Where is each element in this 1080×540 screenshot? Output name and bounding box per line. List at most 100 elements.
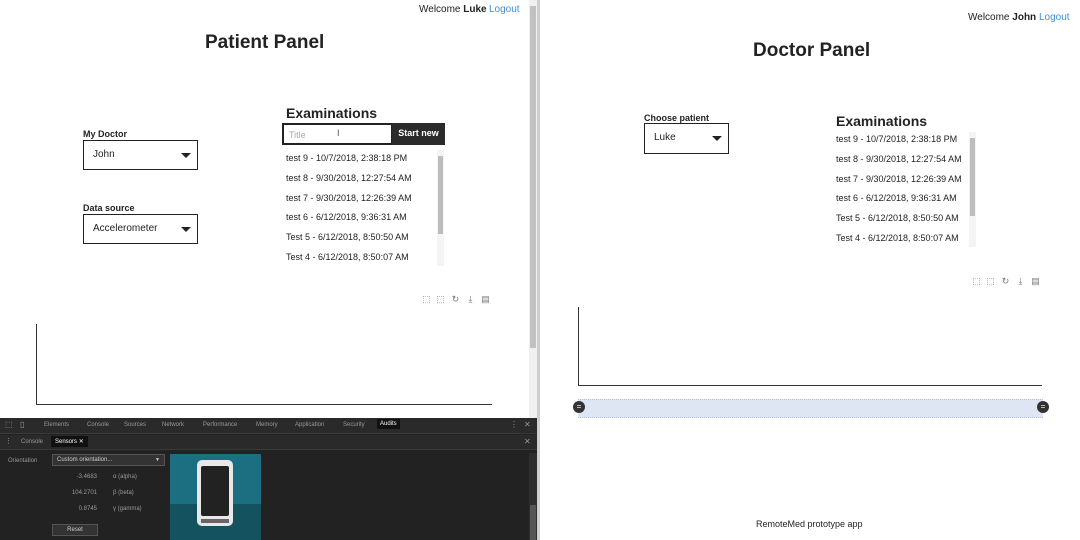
tab-audits[interactable]: Audits	[377, 419, 400, 429]
drawer-tab-sensors[interactable]: Sensors ✕	[51, 436, 88, 447]
phone-keys	[201, 519, 229, 523]
data-source-label: Data source	[83, 203, 135, 213]
list-item[interactable]: Test 5 - 6/12/2018, 8:50:50 AM	[836, 209, 968, 229]
page-title: Patient Panel	[205, 32, 325, 53]
tab-application[interactable]: Application	[295, 422, 324, 428]
alpha-label: α (alpha)	[113, 474, 137, 480]
drawer-menu-icon[interactable]: ⋮	[5, 437, 12, 445]
doctor-window: Welcome John Logout Doctor Panel Choose …	[540, 0, 1080, 540]
devtools-panel: ⬚ ▯ Elements Console Sources Network Per…	[0, 418, 537, 540]
tab-elements[interactable]: Elements	[44, 422, 69, 428]
tab-console[interactable]: Console	[87, 422, 109, 428]
text-cursor-icon: I	[337, 128, 340, 138]
beta-value[interactable]: 104.2701	[72, 490, 97, 496]
reset-icon[interactable]: ↻	[451, 295, 460, 304]
tab-memory[interactable]: Memory	[256, 422, 278, 428]
tab-security[interactable]: Security	[343, 422, 365, 428]
data-source-select[interactable]: Accelerometer	[83, 214, 198, 244]
footer-text: RemoteMed prototype app	[756, 519, 863, 529]
title-placeholder: Title	[289, 130, 306, 140]
orientation-preview[interactable]	[170, 454, 261, 540]
close-icon[interactable]: ✕	[524, 420, 531, 429]
user-name: John	[1012, 12, 1037, 23]
devtools-drawer-tabbar: ⋮ Console Sensors ✕ ✕	[0, 435, 537, 450]
page-title: Doctor Panel	[753, 40, 871, 61]
welcome-text: Welcome John	[968, 12, 1037, 23]
tab-performance[interactable]: Performance	[203, 422, 237, 428]
gamma-value[interactable]: 0.8745	[79, 506, 97, 512]
examinations-scrollbar[interactable]	[437, 150, 444, 266]
beta-label: β (beta)	[113, 490, 134, 496]
scrollbar-thumb[interactable]	[438, 156, 443, 234]
lasso-icon[interactable]: ⬚	[436, 295, 445, 304]
box-zoom-icon[interactable]: ⬚	[422, 295, 431, 304]
welcome-text: Welcome Luke	[419, 4, 487, 15]
close-icon[interactable]: ✕	[79, 439, 84, 445]
title-input[interactable]: Title I	[282, 123, 393, 145]
orientation-value: Custom orientation...	[57, 457, 113, 463]
devtools-tabbar: ⬚ ▯ Elements Console Sources Network Per…	[0, 418, 537, 434]
my-doctor-select[interactable]: John	[83, 140, 198, 170]
examinations-list: test 9 - 10/7/2018, 2:38:18 PM test 8 - …	[286, 149, 434, 268]
reset-icon[interactable]: ↻	[1001, 277, 1010, 286]
list-item[interactable]: test 6 - 6/12/2018, 9:36:31 AM	[836, 189, 968, 209]
list-item[interactable]: test 9 - 10/7/2018, 2:38:18 PM	[836, 130, 968, 150]
devtools-scrollbar[interactable]	[529, 453, 537, 540]
drawer-tab-console[interactable]: Console	[21, 439, 43, 445]
inspect-icon[interactable]: ⬚	[5, 420, 13, 429]
examinations-scrollbar[interactable]	[969, 132, 976, 247]
devtools-scrollbar-thumb[interactable]	[530, 505, 536, 540]
examinations-heading: Examinations	[836, 113, 928, 129]
list-item[interactable]: test 8 - 9/30/2018, 12:27:54 AM	[836, 150, 968, 170]
list-item[interactable]: test 8 - 9/30/2018, 12:27:54 AM	[286, 169, 434, 189]
list-item[interactable]: test 9 - 10/7/2018, 2:38:18 PM	[286, 149, 434, 169]
choose-patient-value: Luke	[654, 132, 676, 143]
window-scrollbar-thumb[interactable]	[530, 6, 536, 348]
phone-icon	[197, 460, 233, 526]
phone-screen	[201, 466, 229, 516]
document-icon[interactable]: ▤	[481, 295, 490, 304]
list-item[interactable]: Test 5 - 6/12/2018, 8:50:50 AM	[286, 228, 434, 248]
close-drawer-icon[interactable]: ✕	[524, 437, 531, 446]
orientation-select[interactable]: Custom orientation... ▼	[52, 454, 165, 466]
reset-button[interactable]: Reset	[52, 524, 98, 536]
chevron-down-icon	[181, 227, 191, 232]
device-toggle-icon[interactable]: ▯	[20, 420, 24, 429]
choose-patient-select[interactable]: Luke	[644, 123, 729, 154]
list-item[interactable]: Test 4 - 6/12/2018, 8:50:07 AM	[286, 248, 434, 268]
range-handle-left-icon[interactable]: =	[573, 401, 585, 413]
download-icon[interactable]: ⤓	[1016, 277, 1025, 286]
download-icon[interactable]: ⤓	[466, 295, 475, 304]
more-options-icon[interactable]: ⋮	[510, 420, 518, 429]
window-scrollbar[interactable]	[529, 0, 537, 418]
data-source-value: Accelerometer	[93, 223, 158, 234]
chart-x-axis	[578, 385, 1042, 386]
chart-y-axis	[36, 324, 37, 405]
tab-sources[interactable]: Sources	[124, 422, 146, 428]
range-selector[interactable]	[578, 399, 1043, 418]
document-icon[interactable]: ▤	[1031, 277, 1040, 286]
list-item[interactable]: Test 4 - 6/12/2018, 8:50:07 AM	[836, 229, 968, 249]
chevron-down-icon	[712, 136, 722, 141]
chart-x-axis	[36, 404, 492, 405]
list-item[interactable]: test 6 - 6/12/2018, 9:36:31 AM	[286, 208, 434, 228]
chevron-down-icon	[181, 153, 191, 158]
lasso-icon[interactable]: ⬚	[986, 277, 995, 286]
chart-y-axis	[578, 307, 579, 386]
examinations-heading: Examinations	[286, 105, 378, 121]
tab-network[interactable]: Network	[162, 422, 184, 428]
user-name: Luke	[463, 4, 487, 15]
scrollbar-thumb[interactable]	[970, 138, 975, 216]
chevron-down-icon: ▼	[155, 457, 160, 463]
start-new-button[interactable]: Start new	[392, 123, 445, 145]
alpha-value[interactable]: -3.4683	[77, 474, 97, 480]
list-item[interactable]: test 7 - 9/30/2018, 12:26:39 AM	[836, 170, 968, 190]
range-handle-right-icon[interactable]: =	[1037, 401, 1049, 413]
logout-link[interactable]: Logout	[1039, 12, 1070, 23]
orientation-label: Orientation	[8, 458, 38, 464]
box-zoom-icon[interactable]: ⬚	[972, 277, 981, 286]
gamma-label: γ (gamma)	[113, 506, 142, 512]
examinations-list: test 9 - 10/7/2018, 2:38:18 PM test 8 - …	[836, 130, 968, 249]
list-item[interactable]: test 7 - 9/30/2018, 12:26:39 AM	[286, 189, 434, 209]
logout-link[interactable]: Logout	[489, 4, 520, 15]
